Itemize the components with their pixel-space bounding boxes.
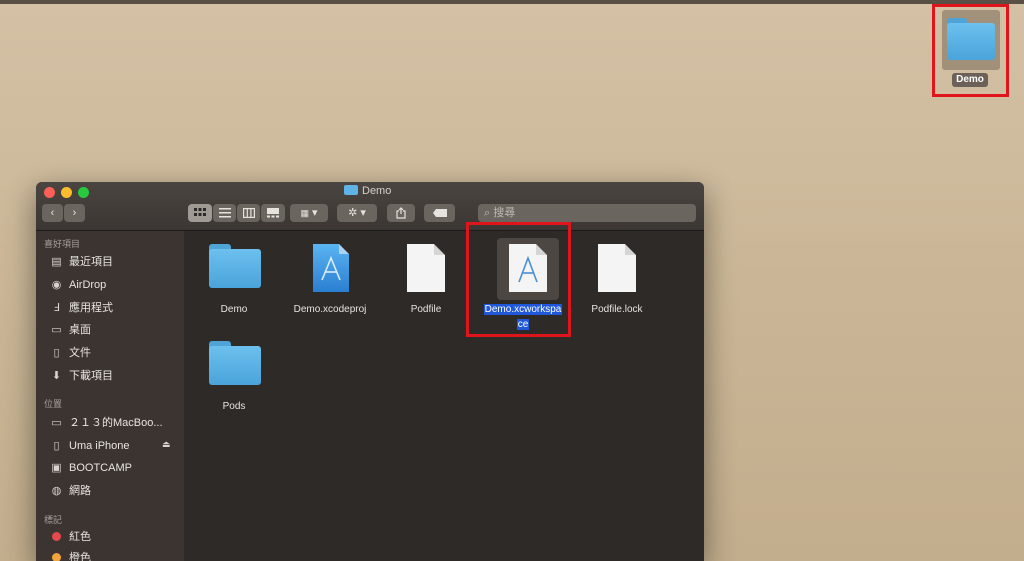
sidebar-item-network[interactable]: ◍ 網路	[50, 482, 91, 500]
grid-icon	[194, 208, 206, 216]
grid-icon: ▦	[300, 208, 309, 218]
finder-window: Demo ‹ › ▦ ▾ ✲ ▾ ⌕ 搜尋 喜好項目 ▤ 最近項目 ◉ AirD…	[36, 182, 704, 561]
sidebar-item-label: 桌面	[69, 324, 91, 336]
laptop-icon: ▭	[51, 417, 62, 429]
file-item-demo-folder[interactable]: Demo	[189, 238, 279, 328]
window-title-text: Demo	[362, 185, 392, 197]
gallery-icon	[267, 208, 279, 218]
search-icon: ⌕	[484, 207, 491, 219]
sidebar-item-label: 最近項目	[69, 256, 113, 268]
gallery-view-button[interactable]	[261, 204, 285, 222]
sidebar-section-locations: 位置	[44, 399, 63, 409]
download-icon: ⬇	[51, 370, 62, 382]
sidebar-item-tag-orange[interactable]: 橙色	[50, 549, 91, 561]
file-browser: Demo Demo.xcodeproj Podfile Demo.xcworks…	[184, 231, 704, 561]
chevron-right-icon: ›	[72, 207, 77, 219]
column-view-button[interactable]	[237, 204, 260, 222]
folder-icon	[209, 244, 261, 288]
sidebar-item-documents[interactable]: ▯ 文件	[50, 344, 91, 362]
sidebar-section-favorites: 喜好項目	[44, 239, 81, 249]
zoom-button[interactable]	[78, 187, 89, 198]
sidebar-item-label: 下載項目	[69, 370, 113, 382]
minimize-button[interactable]	[61, 187, 72, 198]
sidebar-item-recents[interactable]: ▤ 最近項目	[50, 253, 113, 271]
sidebar-item-desktop[interactable]: ▭ 桌面	[50, 321, 91, 339]
highlight-box-desktop-folder	[932, 4, 1009, 97]
tags-button[interactable]	[424, 204, 455, 222]
tag-dot-icon	[52, 553, 61, 561]
sidebar-item-tag-red[interactable]: 紅色	[50, 528, 91, 546]
tag-icon	[432, 209, 447, 217]
sidebar-item-label: BOOTCAMP	[69, 462, 132, 474]
sidebar-item-label: 應用程式	[69, 302, 113, 314]
columns-icon	[242, 208, 255, 219]
file-name: Pods	[222, 401, 246, 412]
share-button[interactable]	[387, 204, 415, 222]
document-icon	[598, 244, 636, 292]
sidebar-item-label: 橙色	[69, 552, 91, 561]
title-bar: Demo ‹ › ▦ ▾ ✲ ▾ ⌕ 搜尋	[36, 182, 704, 231]
sidebar-item-label: ２１３的MacBoo...	[69, 417, 163, 429]
highlight-box-xcworkspace	[466, 222, 571, 337]
sidebar-item-label: AirDrop	[69, 279, 107, 291]
document-icon: ▯	[53, 347, 60, 359]
eject-icon[interactable]: ⏏	[162, 439, 171, 450]
share-icon	[396, 207, 406, 219]
sidebar-item-bootcamp[interactable]: ▣ BOOTCAMP	[50, 459, 132, 477]
icon-view-button[interactable]	[188, 204, 212, 222]
document-icon	[407, 244, 445, 292]
sidebar-section-tags: 標記	[44, 515, 63, 525]
iphone-icon: ▯	[53, 440, 60, 452]
search-placeholder: 搜尋	[493, 207, 516, 219]
xcode-project-icon	[313, 244, 349, 292]
back-button[interactable]: ‹	[42, 204, 63, 222]
sidebar-item-label: Uma iPhone	[69, 440, 130, 452]
sidebar: 喜好項目 ▤ 最近項目 ◉ AirDrop Ⅎ 應用程式 ▭ 桌面 ▯ 文件 ⬇ 下載項目 …	[36, 231, 184, 561]
sidebar-item-iphone[interactable]: ▯ Uma iPhone	[50, 437, 130, 455]
airdrop-icon: ◉	[51, 279, 62, 291]
file-item-pods-folder[interactable]: Pods	[189, 335, 279, 425]
group-by-button[interactable]: ▦ ▾	[290, 204, 328, 222]
file-item-podfile-lock[interactable]: Podfile.lock	[572, 238, 662, 328]
file-name: Demo.xcodeproj	[293, 304, 367, 315]
chevron-left-icon: ‹	[50, 207, 55, 219]
list-icon	[218, 208, 231, 218]
forward-button[interactable]: ›	[64, 204, 85, 222]
file-name: Demo	[220, 304, 248, 315]
clock-icon: ▤	[51, 256, 62, 268]
menu-bar	[0, 0, 1024, 4]
folder-icon	[344, 185, 358, 195]
folder-icon	[209, 341, 261, 385]
file-item-xcodeproj[interactable]: Demo.xcodeproj	[285, 238, 375, 328]
desktop-icon: ▭	[51, 324, 62, 336]
chevron-down-icon: ▾	[360, 207, 366, 219]
close-button[interactable]	[44, 187, 55, 198]
sidebar-item-applications[interactable]: Ⅎ 應用程式	[50, 299, 113, 317]
sidebar-item-macbook[interactable]: ▭ ２１３的MacBoo...	[50, 414, 163, 432]
sidebar-item-label: 文件	[69, 347, 91, 359]
chevron-down-icon: ▾	[312, 207, 318, 219]
file-item-podfile[interactable]: Podfile	[381, 238, 471, 328]
sidebar-item-label: 紅色	[69, 531, 91, 543]
sidebar-item-label: 網路	[69, 485, 91, 497]
sidebar-item-downloads[interactable]: ⬇ 下載項目	[50, 367, 113, 385]
network-icon: ◍	[51, 485, 62, 497]
window-title: Demo	[344, 185, 391, 199]
file-name: Podfile.lock	[591, 304, 643, 315]
sidebar-item-airdrop[interactable]: ◉ AirDrop	[50, 276, 107, 294]
tag-dot-icon	[52, 532, 61, 541]
action-button[interactable]: ✲ ▾	[337, 204, 377, 222]
list-view-button[interactable]	[213, 204, 236, 222]
applications-icon: Ⅎ	[53, 302, 60, 314]
file-name: Podfile	[410, 304, 442, 315]
search-field[interactable]: ⌕ 搜尋	[478, 204, 696, 222]
disk-icon: ▣	[51, 462, 62, 474]
gear-icon: ✲	[348, 207, 358, 219]
